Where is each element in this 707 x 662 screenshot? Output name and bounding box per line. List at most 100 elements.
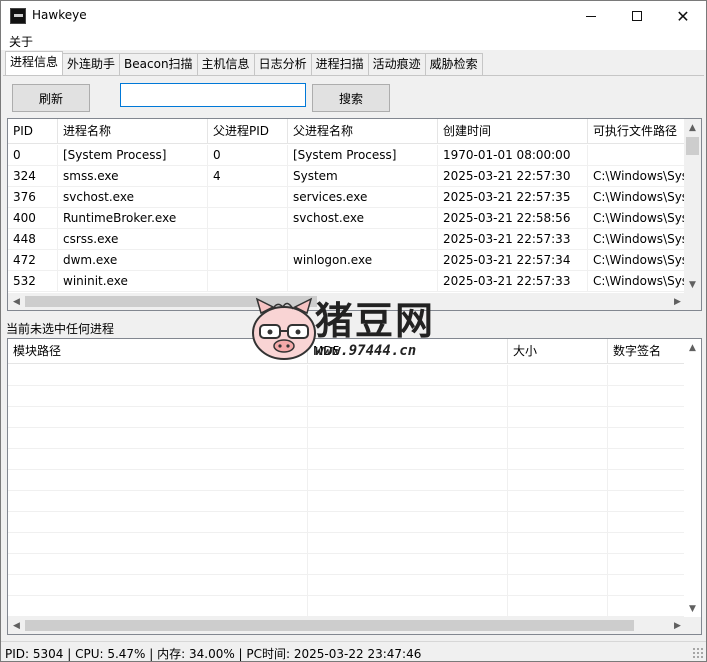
cell-create-time: 2025-03-21 22:57:34 [438, 250, 588, 271]
cell-process-name: svchost.exe [58, 187, 208, 208]
menu-about[interactable]: 关于 [9, 33, 33, 50]
cell-create-time: 2025-03-21 22:57:33 [438, 271, 588, 292]
tab-activity-traces[interactable]: 活动痕迹 [367, 53, 426, 75]
cell-create-time: 2025-03-21 22:57:35 [438, 187, 588, 208]
column-header-process-name[interactable]: 进程名称 [58, 119, 208, 144]
cell-exe-path: C:\Windows\Sys [588, 166, 686, 187]
cell-pid: 532 [8, 271, 58, 292]
column-header-parent-pid[interactable]: 父进程PID [208, 119, 288, 144]
cell-parent-pid [208, 271, 288, 292]
scrollbar-corner [684, 293, 701, 310]
status-bar: PID: 5304 | CPU: 5.47% | 内存: 34.00% | PC… [1, 641, 706, 661]
scroll-down-icon[interactable]: ▼ [684, 600, 701, 617]
cell-parent-name: winlogon.exe [288, 250, 438, 271]
cell-parent-name [288, 229, 438, 250]
status-bar-text: PID: 5304 | CPU: 5.47% | 内存: 34.00% | PC… [5, 647, 422, 661]
table-row[interactable]: 0 [System Process] 0 [System Process] 19… [8, 145, 686, 166]
cell-parent-name [288, 271, 438, 292]
title-bar[interactable]: Hawkeye ✕ [1, 1, 706, 31]
cell-process-name: dwm.exe [58, 250, 208, 271]
minimize-button[interactable] [568, 1, 614, 31]
cell-process-name: csrss.exe [58, 229, 208, 250]
tab-process-scan[interactable]: 进程扫描 [310, 53, 369, 75]
watermark-url: www.97444.cn [315, 343, 417, 359]
window-title: Hawkeye [32, 8, 87, 22]
module-table-body [8, 365, 686, 619]
process-table-vertical-scrollbar[interactable]: ▲ ▼ [684, 119, 701, 293]
scroll-left-icon[interactable]: ◀ [8, 617, 25, 634]
menu-bar: 关于 [1, 31, 706, 50]
tab-beacon-scan[interactable]: Beacon扫描 [119, 53, 198, 75]
maximize-button[interactable] [614, 1, 660, 31]
watermark: 猪豆网 www.97444.cn [249, 297, 459, 367]
scroll-up-icon[interactable]: ▲ [684, 119, 701, 136]
selection-status-label: 当前未选中任何进程 [6, 322, 115, 336]
tab-connection-helper[interactable]: 外连助手 [62, 53, 121, 75]
table-row[interactable]: 400 RuntimeBroker.exe svchost.exe 2025-0… [8, 208, 686, 229]
refresh-button[interactable]: 刷新 [12, 84, 90, 112]
cell-exe-path: C:\Windows\Sys [588, 208, 686, 229]
maximize-icon [632, 11, 642, 21]
cell-parent-pid [208, 187, 288, 208]
cell-pid: 324 [8, 166, 58, 187]
column-header-create-time[interactable]: 创建时间 [438, 119, 588, 144]
cell-create-time: 2025-03-21 22:58:56 [438, 208, 588, 229]
column-header-exe-path[interactable]: 可执行文件路径 [588, 119, 686, 144]
table-row[interactable]: 532 wininit.exe 2025-03-21 22:57:33 C:\W… [8, 271, 686, 292]
close-icon: ✕ [676, 6, 690, 26]
cell-process-name: smss.exe [58, 166, 208, 187]
cell-parent-name: System [288, 166, 438, 187]
cell-parent-name: services.exe [288, 187, 438, 208]
module-table[interactable]: 模块路径 MD5 大小 数字签名 ▲ ▼ ◀ ▶ [7, 338, 702, 635]
cell-parent-pid [208, 208, 288, 229]
cell-exe-path: C:\Windows\Sys [588, 250, 686, 271]
table-row[interactable]: 324 smss.exe 4 System 2025-03-21 22:57:3… [8, 166, 686, 187]
cell-create-time: 1970-01-01 08:00:00 [438, 145, 588, 166]
cell-pid: 400 [8, 208, 58, 229]
cell-pid: 376 [8, 187, 58, 208]
column-header-signature[interactable]: 数字签名 [608, 339, 686, 364]
scroll-down-icon[interactable]: ▼ [684, 276, 701, 293]
module-table-vertical-scrollbar[interactable]: ▲ ▼ [684, 339, 701, 617]
table-row[interactable]: 472 dwm.exe winlogon.exe 2025-03-21 22:5… [8, 250, 686, 271]
search-input[interactable] [120, 83, 306, 107]
cell-exe-path: C:\Windows\Sys [588, 187, 686, 208]
cell-process-name: wininit.exe [58, 271, 208, 292]
scroll-left-icon[interactable]: ◀ [8, 293, 25, 310]
tab-host-info[interactable]: 主机信息 [196, 53, 255, 75]
scroll-up-icon[interactable]: ▲ [684, 339, 701, 356]
cell-exe-path: C:\Windows\Sys [588, 229, 686, 250]
main-tabs: 进程信息 外连助手 Beacon扫描 主机信息 日志分析 进程扫描 活动痕迹 威… [5, 51, 483, 75]
cell-exe-path [588, 145, 686, 166]
scrollbar-corner [684, 617, 701, 634]
cell-pid: 448 [8, 229, 58, 250]
tab-process-info[interactable]: 进程信息 [5, 51, 64, 75]
cell-parent-pid: 4 [208, 166, 288, 187]
horizontal-scroll-thumb[interactable] [25, 620, 634, 631]
close-button[interactable]: ✕ [660, 1, 706, 31]
cell-exe-path: C:\Windows\Sys [588, 271, 686, 292]
table-row[interactable]: 376 svchost.exe services.exe 2025-03-21 … [8, 187, 686, 208]
process-table-header: PID 进程名称 父进程PID 父进程名称 创建时间 可执行文件路径 [8, 119, 701, 144]
column-header-size[interactable]: 大小 [508, 339, 608, 364]
table-row[interactable]: 448 csrss.exe 2025-03-21 22:57:33 C:\Win… [8, 229, 686, 250]
module-table-horizontal-scrollbar[interactable]: ◀ ▶ [8, 617, 686, 634]
tab-log-analysis[interactable]: 日志分析 [253, 53, 312, 75]
pig-logo-icon [252, 297, 316, 360]
hawkeye-app-icon [10, 8, 26, 24]
column-header-pid[interactable]: PID [8, 119, 58, 144]
watermark-title: 猪豆网 [315, 299, 436, 343]
cell-parent-pid [208, 229, 288, 250]
cell-parent-pid [208, 250, 288, 271]
tab-threat-search[interactable]: 威胁检索 [424, 53, 483, 75]
cell-process-name: RuntimeBroker.exe [58, 208, 208, 229]
cell-pid: 472 [8, 250, 58, 271]
process-table[interactable]: PID 进程名称 父进程PID 父进程名称 创建时间 可执行文件路径 0 [Sy… [7, 118, 702, 311]
search-button[interactable]: 搜索 [312, 84, 390, 112]
minimize-icon [586, 15, 596, 17]
cell-parent-name: [System Process] [288, 145, 438, 166]
vertical-scroll-thumb[interactable] [686, 137, 699, 155]
app-window: Hawkeye ✕ 关于 进程信息 外连助手 Beacon扫描 主机信息 日志分… [0, 0, 707, 662]
column-header-parent-name[interactable]: 父进程名称 [288, 119, 438, 144]
resize-grip-icon[interactable] [692, 647, 703, 658]
